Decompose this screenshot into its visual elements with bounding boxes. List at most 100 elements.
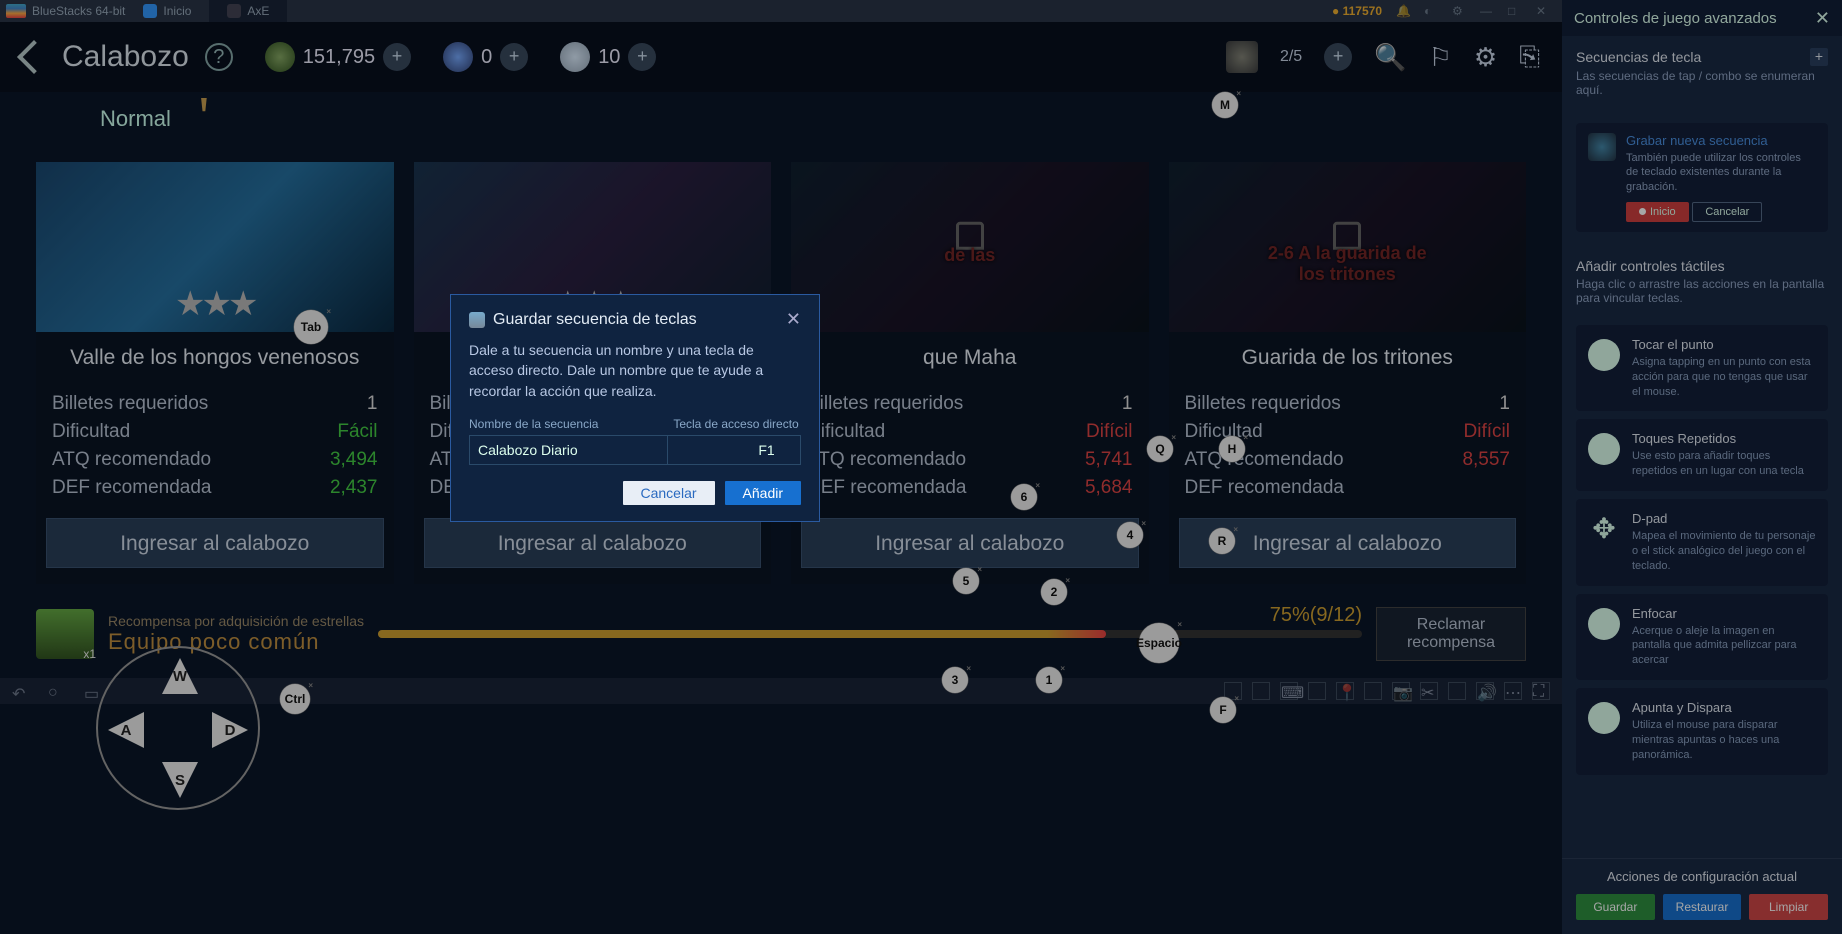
control-type-item[interactable]: Toques Repetidos Use esto para añadir to… — [1576, 419, 1828, 491]
modal-cancel-button[interactable]: Cancelar — [623, 481, 715, 505]
stat-atq: 3,494 — [330, 449, 378, 471]
record-sequence-text: También puede utilizar los controles de … — [1626, 151, 1816, 194]
game-header: Calabozo ? 151,795+ 0+ 10+ 2/5 + 🔍 ⚐ ⚙ ⎘ — [0, 22, 1562, 92]
restore-config-button[interactable]: Restaurar — [1663, 894, 1742, 920]
control-type-desc: Utiliza el mouse para disparar mientras … — [1632, 718, 1816, 763]
dpad-d-key[interactable]: D — [212, 712, 248, 748]
control-type-item[interactable]: Enfocar Acerque o aleje la imagen en pan… — [1576, 594, 1828, 681]
toolbar-icon[interactable] — [1252, 682, 1270, 700]
record-cancel-button[interactable]: Cancelar — [1692, 202, 1762, 222]
search-icon[interactable]: 🔍 — [1374, 42, 1406, 73]
key-overlay-6[interactable]: 6× — [1011, 484, 1037, 510]
key-overlay-5[interactable]: 5× — [953, 568, 979, 594]
key-overlay-ctrl[interactable]: Ctrl× — [280, 684, 310, 714]
control-type-icon — [1588, 433, 1620, 465]
control-type-item[interactable]: Tocar el punto Asigna tapping en un punt… — [1576, 325, 1828, 412]
enter-dungeon-button[interactable]: Ingresar al calabozo — [46, 518, 384, 568]
control-type-item[interactable]: D-pad Mapea el movimiento de tu personaj… — [1576, 499, 1828, 586]
difficulty-tabs: Normal — [0, 92, 1562, 146]
save-config-button[interactable]: Guardar — [1576, 894, 1655, 920]
stat-def: 5,684 — [1085, 477, 1133, 499]
emulator-titlebar: BlueStacks 64-bit Inicio AxE ● 117570 🔔 … — [0, 0, 1562, 22]
tab-normal[interactable]: Normal — [60, 106, 211, 132]
volume-icon[interactable]: 🔊 — [1476, 682, 1494, 700]
key-overlay-2[interactable]: 2× — [1041, 579, 1067, 605]
location-icon[interactable]: 📍 — [1336, 682, 1354, 700]
dpad-s-key[interactable]: S — [162, 762, 198, 798]
settings-icon[interactable]: ⚙ — [1474, 42, 1497, 73]
user-icon[interactable]: ◐ — [1424, 4, 1438, 18]
record-sequence-box: Grabar nueva secuencia También puede uti… — [1576, 123, 1828, 232]
dpad-w-key[interactable]: W — [162, 658, 198, 694]
modal-add-button[interactable]: Añadir — [725, 481, 801, 505]
toolbar-icon[interactable] — [1448, 682, 1466, 700]
wand-icon — [1588, 133, 1616, 161]
back-chevron-icon[interactable] — [17, 40, 51, 74]
skull-icon[interactable] — [1226, 41, 1258, 73]
key-overlay-q[interactable]: Q× — [1147, 436, 1173, 462]
section-tactile-title: Añadir controles táctiles — [1576, 258, 1725, 274]
more-icon[interactable]: ⋯ — [1504, 682, 1522, 700]
stat-atq: 5,741 — [1085, 449, 1133, 471]
key-overlay-esp[interactable]: Espacio× — [1139, 623, 1179, 663]
control-type-title: D-pad — [1632, 511, 1816, 526]
help-icon[interactable]: ? — [205, 43, 233, 71]
bell-icon[interactable]: 🔔 — [1396, 4, 1410, 18]
panel-title: Controles de juego avanzados — [1574, 10, 1777, 27]
back-icon[interactable]: ↶ — [12, 684, 30, 698]
close-icon[interactable]: ✕ — [1536, 4, 1550, 18]
key-overlay-r[interactable]: R× — [1209, 528, 1235, 554]
mission-icon[interactable]: ⚐ — [1429, 42, 1452, 73]
toolbar-icon[interactable] — [1364, 682, 1382, 700]
add-quest-button[interactable]: + — [1324, 43, 1352, 71]
home-icon[interactable]: ○ — [48, 684, 66, 698]
recents-icon[interactable]: ▭ — [84, 684, 102, 698]
key-overlay-3[interactable]: 3× — [942, 667, 968, 693]
gear-icon[interactable]: ⚙ — [1452, 4, 1466, 18]
key-overlay-m[interactable]: M× — [1212, 92, 1238, 118]
fullscreen-icon[interactable]: ⛶ — [1532, 682, 1550, 700]
add-sequence-button[interactable]: + — [1810, 48, 1828, 66]
modal-close-icon[interactable]: ✕ — [786, 309, 801, 330]
dungeon-card: de las que Maha Billetes requeridos1 Dif… — [791, 162, 1149, 584]
panel-close-icon[interactable]: ✕ — [1815, 8, 1830, 29]
maximize-icon[interactable]: □ — [1508, 4, 1522, 18]
record-sequence-link[interactable]: Grabar nueva secuencia — [1626, 133, 1816, 148]
tab-axe[interactable]: AxE — [209, 0, 287, 22]
toolbar-icon[interactable] — [1308, 682, 1326, 700]
key-overlay-4[interactable]: 4× — [1117, 522, 1143, 548]
control-type-item[interactable]: Apunta y Dispara Utiliza el mouse para d… — [1576, 688, 1828, 775]
clear-config-button[interactable]: Limpiar — [1749, 894, 1828, 920]
minimize-icon[interactable]: — — [1480, 4, 1494, 18]
tab-home[interactable]: Inicio — [125, 0, 209, 22]
scissors-icon[interactable]: ✂ — [1420, 682, 1438, 700]
dpad-overlay[interactable]: W A S D — [96, 646, 260, 810]
gold-icon — [265, 42, 295, 72]
quest-count: 2/5 — [1280, 48, 1302, 66]
wand-icon — [469, 312, 485, 328]
key-overlay-tab[interactable]: Tab× — [294, 310, 328, 344]
record-start-button[interactable]: Inicio — [1626, 202, 1689, 222]
section-tactile-sub: Haga clic o arrastre las acciones en la … — [1576, 277, 1828, 305]
dpad-a-key[interactable]: A — [108, 712, 144, 748]
dungeon-card: ★★★ Valle de los hongos venenosos Billet… — [36, 162, 394, 584]
sequence-name-input[interactable] — [470, 436, 668, 464]
key-overlay-f[interactable]: F× — [1210, 697, 1236, 723]
stat-billetes: 1 — [1122, 393, 1133, 415]
claim-reward-button[interactable]: Reclamar recompensa — [1376, 607, 1526, 661]
stat-dificultad: Difícil — [1464, 421, 1510, 443]
add-gold-button[interactable]: + — [383, 43, 411, 71]
sequence-key-input[interactable] — [668, 436, 865, 464]
keyboard-icon[interactable]: ⌨ — [1280, 682, 1298, 700]
add-diamond-button[interactable]: + — [628, 43, 656, 71]
exit-icon[interactable]: ⎘ — [1519, 41, 1540, 73]
enter-dungeon-button[interactable]: Ingresar al calabozo — [424, 518, 762, 568]
camera-icon[interactable]: 📷 — [1392, 682, 1410, 700]
enter-dungeon-button[interactable]: Ingresar al calabozo — [801, 518, 1139, 568]
dungeon-name: que Maha — [791, 332, 1149, 390]
progress-pct: 75%(9/12) — [1270, 604, 1362, 627]
control-type-icon — [1588, 608, 1620, 640]
key-overlay-h[interactable]: H× — [1219, 436, 1245, 462]
key-overlay-1[interactable]: 1× — [1036, 667, 1062, 693]
add-gem-button[interactable]: + — [500, 43, 528, 71]
